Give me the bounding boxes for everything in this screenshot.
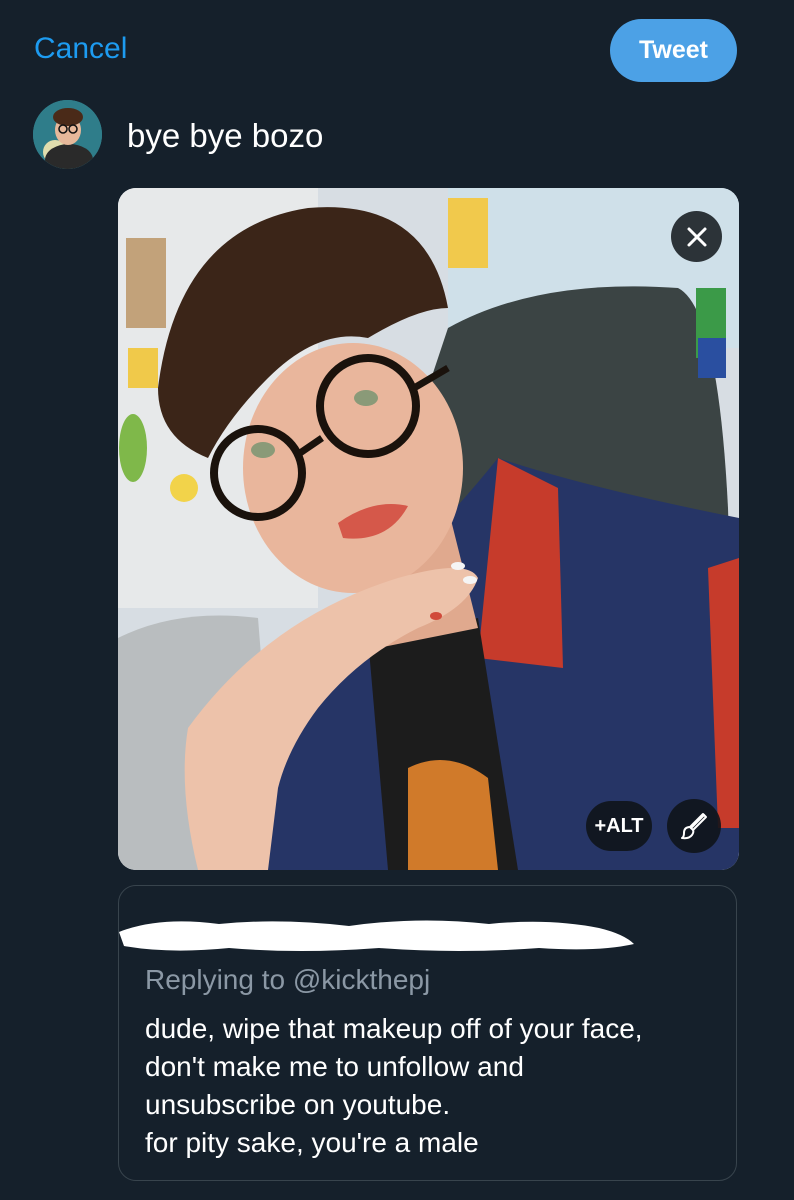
close-icon [687,227,706,246]
quoted-tweet-line: unsubscribe on youtube. [145,1089,451,1120]
cancel-button[interactable]: Cancel [34,32,127,66]
selfie-photo [118,188,739,870]
add-alt-text-button[interactable]: +ALT [586,801,652,851]
quoted-tweet[interactable]: Replying to @kickthepj dude, wipe that m… [118,885,737,1181]
compose-screen: Cancel Tweet bye bye bozo +ALT Replying … [0,0,794,1200]
tweet-button[interactable]: Tweet [610,19,737,82]
brush-icon [681,813,707,840]
quoted-tweet-line: for pity sake, you're a male [145,1127,479,1158]
edit-media-button[interactable] [667,799,721,853]
media-preview[interactable]: +ALT [118,188,739,870]
quoted-tweet-text: dude, wipe that makeup off of your face,… [145,1010,715,1162]
replying-to-label: Replying to @kickthepj [145,964,431,995]
quoted-tweet-line: dude, wipe that makeup off of your face, [145,1013,643,1044]
compose-text[interactable]: bye bye bozo [127,117,323,155]
redaction-scribble [119,920,634,951]
remove-media-button[interactable] [671,211,722,262]
avatar-image [33,100,102,169]
quoted-tweet-line: don't make me to unfollow and [145,1051,524,1082]
avatar[interactable] [33,100,102,169]
